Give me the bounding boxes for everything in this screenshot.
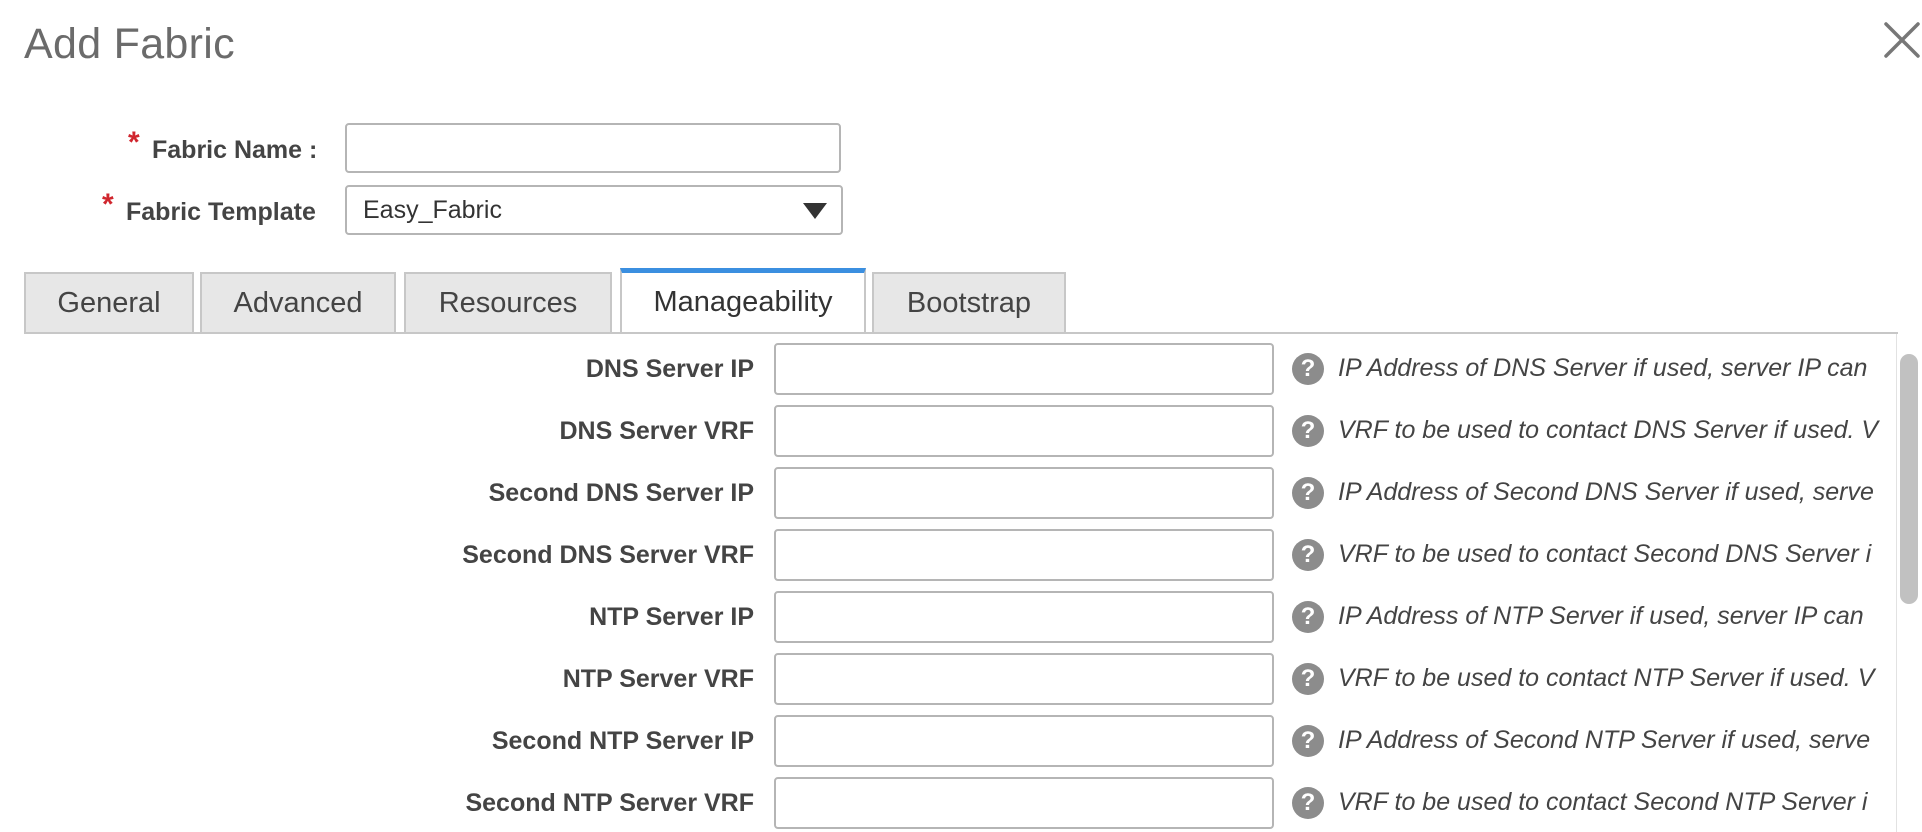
tab-general[interactable]: General — [24, 272, 194, 332]
field-label: Second DNS Server IP — [488, 479, 754, 507]
fabric-template-label: Fabric Template — [126, 198, 316, 226]
form-row-ntp-server-vrf: NTP Server VRF ? VRF to be used to conta… — [0, 653, 1922, 705]
form-row-dns-server-vrf: DNS Server VRF ? VRF to be used to conta… — [0, 405, 1922, 457]
close-icon[interactable] — [1882, 18, 1922, 62]
tab-divider — [24, 332, 1898, 334]
second-dns-server-vrf-input[interactable] — [774, 529, 1274, 581]
second-ntp-server-ip-input[interactable] — [774, 715, 1274, 767]
second-dns-server-ip-input[interactable] — [774, 467, 1274, 519]
form-row-second-ntp-server-ip: Second NTP Server IP ? IP Address of Sec… — [0, 715, 1922, 767]
help-text: IP Address of DNS Server if used, server… — [1338, 354, 1868, 382]
help-text: VRF to be used to contact Second DNS Ser… — [1338, 540, 1872, 568]
tab-resources[interactable]: Resources — [404, 272, 612, 332]
form-row-second-ntp-server-vrf: Second NTP Server VRF ? VRF to be used t… — [0, 777, 1922, 829]
help-icon[interactable]: ? — [1292, 787, 1324, 819]
required-marker: * — [128, 126, 140, 159]
field-label: Second DNS Server VRF — [462, 541, 754, 569]
ntp-server-vrf-input[interactable] — [774, 653, 1274, 705]
tab-bootstrap[interactable]: Bootstrap — [872, 272, 1066, 332]
ntp-server-ip-input[interactable] — [774, 591, 1274, 643]
form-row-ntp-server-ip: NTP Server IP ? IP Address of NTP Server… — [0, 591, 1922, 643]
form-row-second-dns-server-ip: Second DNS Server IP ? IP Address of Sec… — [0, 467, 1922, 519]
form-row-dns-server-ip: DNS Server IP ? IP Address of DNS Server… — [0, 343, 1922, 395]
tab-manageability[interactable]: Manageability — [620, 268, 866, 332]
fabric-name-label: Fabric Name : — [152, 136, 318, 164]
fabric-template-select[interactable]: Easy_Fabric — [345, 185, 843, 235]
field-label: NTP Server VRF — [562, 665, 754, 693]
help-icon[interactable]: ? — [1292, 539, 1324, 571]
field-label: Second NTP Server IP — [491, 727, 754, 755]
help-text: IP Address of Second NTP Server if used,… — [1338, 726, 1871, 754]
help-icon[interactable]: ? — [1292, 353, 1324, 385]
field-label: DNS Server VRF — [559, 417, 754, 445]
help-text: VRF to be used to contact NTP Server if … — [1338, 664, 1875, 692]
form-row-second-dns-server-vrf: Second DNS Server VRF ? VRF to be used t… — [0, 529, 1922, 581]
help-icon[interactable]: ? — [1292, 601, 1324, 633]
second-ntp-server-vrf-input[interactable] — [774, 777, 1274, 829]
field-label: NTP Server IP — [589, 603, 754, 631]
caret-down-icon — [803, 203, 827, 219]
tab-advanced[interactable]: Advanced — [200, 272, 396, 332]
field-label: Second NTP Server VRF — [465, 789, 754, 817]
help-text: VRF to be used to contact Second NTP Ser… — [1338, 788, 1868, 816]
fabric-template-value: Easy_Fabric — [363, 195, 502, 224]
fabric-name-input[interactable] — [345, 123, 841, 173]
help-text: IP Address of NTP Server if used, server… — [1338, 602, 1864, 630]
dns-server-vrf-input[interactable] — [774, 405, 1274, 457]
scrollbar-thumb[interactable] — [1900, 354, 1918, 604]
field-label: DNS Server IP — [585, 355, 754, 383]
help-icon[interactable]: ? — [1292, 477, 1324, 509]
help-icon[interactable]: ? — [1292, 663, 1324, 695]
help-text: VRF to be used to contact DNS Server if … — [1338, 416, 1879, 444]
dialog-title: Add Fabric — [24, 20, 235, 68]
help-text: IP Address of Second DNS Server if used,… — [1338, 478, 1874, 506]
required-marker: * — [102, 188, 114, 221]
help-icon[interactable]: ? — [1292, 415, 1324, 447]
dns-server-ip-input[interactable] — [774, 343, 1274, 395]
help-icon[interactable]: ? — [1292, 725, 1324, 757]
